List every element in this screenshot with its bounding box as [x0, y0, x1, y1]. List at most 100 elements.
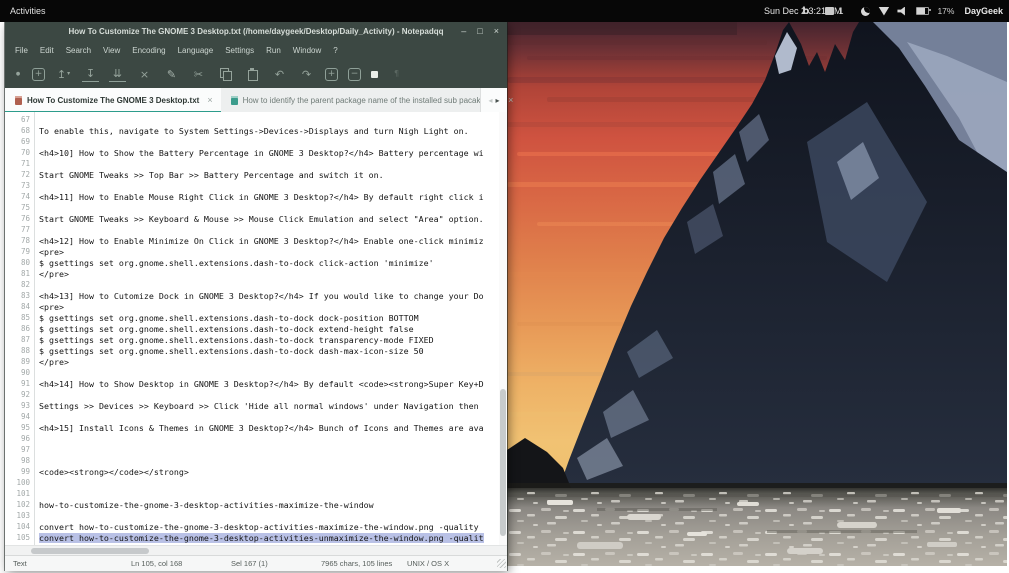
document-icon [231, 96, 238, 105]
username-label: DayGeek [964, 6, 1003, 16]
redo-icon[interactable]: ↷ [298, 66, 315, 83]
editor-line [39, 478, 499, 489]
copy-icon[interactable] [217, 66, 234, 83]
status-language-mode: Text [13, 559, 27, 568]
editor-line: <h4>12] How to Enable Minimize On Click … [39, 236, 499, 247]
title-bar[interactable]: How To Customize The GNOME 3 Desktop.txt… [5, 22, 507, 40]
editor-line: <pre> [39, 302, 499, 313]
editor-line [39, 511, 499, 522]
vertical-scrollbar-thumb[interactable] [500, 389, 506, 536]
tab-bar: How To Customize The GNOME 3 Desktop.txt… [5, 88, 507, 113]
session-dot-icon[interactable]: ● [14, 66, 22, 83]
zoom-out-icon[interactable]: − [348, 68, 361, 81]
selected-text: convert how-to-customize-the-gnome-3-des… [39, 533, 484, 543]
editor-line [39, 137, 499, 148]
menu-item-run[interactable]: Run [260, 46, 287, 55]
document-icon [15, 96, 22, 105]
editor-line: convert how-to-customize-the-gnome-3-des… [39, 522, 499, 533]
notepadqq-window: How To Customize The GNOME 3 Desktop.txt… [5, 22, 507, 570]
new-file-icon[interactable]: + [32, 68, 45, 81]
menu-item-encoding[interactable]: Encoding [126, 46, 171, 55]
close-tab-icon[interactable]: × [207, 95, 212, 105]
editor-line: <pre> [39, 247, 499, 258]
open-file-icon[interactable]: ↥ [55, 66, 72, 83]
menu-item-search[interactable]: Search [60, 46, 97, 55]
menu-item-language[interactable]: Language [172, 46, 220, 55]
editor-line [39, 115, 499, 126]
menu-item-window[interactable]: Window [287, 46, 327, 55]
horizontal-scrollbar-thumb[interactable] [31, 548, 149, 554]
editor-line: $ gsettings set org.gnome.shell.extensio… [39, 324, 499, 335]
close-button[interactable]: × [494, 27, 499, 36]
editor-line: <h4>15] Install Icons & Themes in GNOME … [39, 423, 499, 434]
cut-icon[interactable]: ✂ [190, 66, 207, 83]
menu-item-edit[interactable]: Edit [34, 46, 60, 55]
menu-bar: FileEditSearchViewEncodingLanguageSettin… [9, 40, 507, 60]
editor-line: $ gsettings set org.gnome.shell.extensio… [39, 346, 499, 357]
status-bar: Text Ln 105, col 168 Sel 167 (1) 7965 ch… [5, 555, 507, 571]
tab-scroll-left-icon[interactable]: ◂ [488, 96, 492, 105]
menu-item-view[interactable]: View [97, 46, 126, 55]
close-tab-icon[interactable]: × [508, 95, 513, 105]
activities-button[interactable]: Activities [10, 6, 46, 16]
editor-line: <h4>14] How to Show Desktop in GNOME 3 D… [39, 379, 499, 390]
tab-inactive[interactable]: How to identify the parent package name … [221, 88, 522, 112]
menu-item-settings[interactable]: Settings [219, 46, 260, 55]
tab-label: How to identify the parent package name … [243, 96, 501, 105]
bluetooth-icon: b [802, 6, 809, 17]
editor-line: Start GNOME Tweaks >> Top Bar >> Battery… [39, 170, 499, 181]
editor-line: Settings >> Devices >> Keyboard >> Click… [39, 401, 499, 412]
editor-line: $ gsettings set org.gnome.shell.extensio… [39, 335, 499, 346]
menu-item-file[interactable]: File [9, 46, 34, 55]
editor-line [39, 225, 499, 236]
editor-line: how-to-customize-the-gnome-3-desktop-act… [39, 500, 499, 511]
editor[interactable]: 6768697071727374757677787980818283848586… [5, 112, 507, 545]
editor-line: <h4>10] How to Show the Battery Percenta… [39, 148, 499, 159]
window-chrome: How To Customize The GNOME 3 Desktop.txt… [5, 22, 507, 88]
save-all-icon[interactable]: ⇊ [109, 67, 126, 82]
editor-line: <h4>13] How to Cutomize Dock in GNOME 3 … [39, 291, 499, 302]
editor-line: $ gsettings set org.gnome.shell.extensio… [39, 258, 499, 269]
status-selection: Sel 167 (1) [231, 559, 268, 568]
status-document-stats: 7965 chars, 105 lines [321, 559, 392, 568]
editor-line [39, 489, 499, 500]
battery-percentage: 17% [937, 6, 954, 16]
editor-line: To enable this, navigate to System Setti… [39, 126, 499, 137]
editor-line [39, 280, 499, 291]
system-tray-menu[interactable]: b 1 17% DayGeek [802, 0, 1003, 22]
line-number-gutter: 6768697071727374757677787980818283848586… [5, 112, 35, 545]
tab-scroll-buttons: ◂ ▸ [480, 88, 507, 112]
minimize-button[interactable]: – [461, 27, 466, 36]
editor-line: convert how-to-customize-the-gnome-3-des… [39, 533, 499, 544]
save-icon[interactable]: ↧ [82, 67, 99, 82]
close-document-icon[interactable]: × [136, 66, 153, 83]
tab-scroll-right-icon[interactable]: ▸ [496, 96, 500, 105]
battery-icon [916, 7, 929, 15]
zoom-in-icon[interactable]: + [325, 68, 338, 81]
editor-line [39, 445, 499, 456]
whitespace-icon[interactable] [371, 71, 378, 78]
editor-line: $ gsettings set org.gnome.shell.extensio… [39, 313, 499, 324]
marker-icon[interactable]: ¶ [388, 66, 405, 83]
undo-icon[interactable]: ↶ [271, 66, 288, 83]
menu-item-help[interactable]: ? [327, 46, 343, 55]
resize-grip[interactable] [497, 559, 506, 568]
editor-line [39, 412, 499, 423]
editor-line [39, 159, 499, 170]
status-eol-format: UNIX / OS X [407, 559, 449, 568]
tab-active[interactable]: How To Customize The GNOME 3 Desktop.txt… [5, 88, 221, 112]
maximize-button[interactable]: □ [477, 27, 482, 36]
editor-line: <code><strong></code></strong> [39, 467, 499, 478]
editor-line [39, 456, 499, 467]
wifi-icon [878, 7, 889, 16]
editor-line: </pre> [39, 357, 499, 368]
paste-icon[interactable] [244, 66, 261, 83]
keyboard-layout-count: 1 [838, 6, 843, 16]
toolbar: ●+↥↧⇊×✎✂↶↷+−¶ [9, 60, 507, 88]
vertical-scrollbar[interactable] [499, 112, 507, 545]
status-cursor-position: Ln 105, col 168 [131, 559, 182, 568]
editor-line [39, 434, 499, 445]
editor-line [39, 203, 499, 214]
gnome-top-bar: Activities Sun Dec 2 3:21 AM b117%DayGee… [0, 0, 1009, 22]
pencil-icon[interactable]: ✎ [163, 66, 180, 83]
